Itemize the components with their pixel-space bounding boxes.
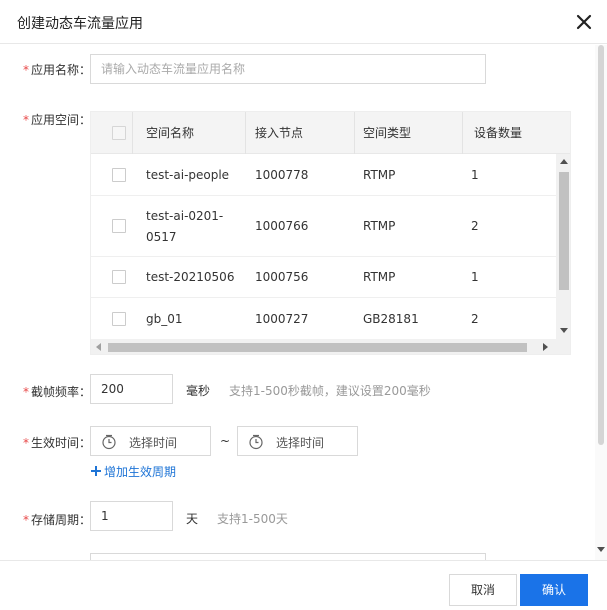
col-count: 设备数量	[474, 126, 523, 140]
table-row[interactable]: test-20210506 1000756 RTMP 1	[91, 257, 556, 298]
space-name-line2: 0517	[146, 230, 177, 244]
frame-rate-label: * 截帧频率：	[23, 385, 92, 399]
confirm-button[interactable]: 确认	[520, 574, 588, 606]
storage-period-label: * 存储周期：	[23, 513, 92, 527]
table-vertical-scrollbar[interactable]	[556, 154, 570, 339]
space-type: GB28181	[363, 312, 419, 326]
scroll-down-arrow-icon[interactable]	[597, 547, 605, 553]
storage-period-hint: 支持1-500天	[217, 512, 288, 526]
space-type: RTMP	[363, 270, 396, 284]
add-effective-period-link[interactable]: 增加生效周期	[90, 463, 176, 480]
table-row[interactable]: gb_01 1000727 GB28181 2	[91, 298, 556, 339]
close-icon[interactable]	[572, 10, 596, 34]
row-checkbox[interactable]	[112, 219, 126, 233]
frame-rate-hint: 支持1-500秒截帧，建议设置200毫秒	[229, 384, 431, 398]
clock-icon	[249, 434, 263, 450]
start-time-picker[interactable]: 选择时间	[90, 426, 211, 456]
scroll-down-arrow-icon[interactable]	[560, 328, 568, 334]
space-name: test-ai-0201-	[146, 209, 224, 223]
row-checkbox[interactable]	[112, 168, 126, 182]
next-field-input[interactable]	[90, 553, 486, 560]
storage-period-input[interactable]	[90, 501, 173, 531]
dialog-body: *应用名称： *应用空间： 空间名称 接入节点 空间类型 设备数量 test-a…	[0, 45, 607, 560]
scroll-left-arrow-icon[interactable]	[95, 343, 101, 351]
table-header: 空间名称 接入节点 空间类型 设备数量	[91, 112, 570, 154]
row-checkbox[interactable]	[112, 312, 126, 326]
scroll-right-arrow-icon[interactable]	[543, 343, 549, 351]
device-count: 1	[471, 270, 479, 284]
col-space-name: 空间名称	[146, 126, 195, 140]
vertical-scroll-thumb[interactable]	[559, 172, 569, 290]
create-app-dialog: 创建动态车流量应用 *应用名称： *应用空间： 空间名称 接入节点 空间类型 设…	[0, 0, 607, 610]
table-row[interactable]: test-ai-people 1000778 RTMP 1	[91, 154, 556, 196]
row-checkbox[interactable]	[112, 270, 126, 284]
space-name: gb_01	[146, 312, 183, 326]
horizontal-scroll-thumb[interactable]	[108, 343, 527, 352]
space-table: 空间名称 接入节点 空间类型 设备数量 test-ai-people 10007…	[90, 111, 571, 355]
time-range-separator: ~	[220, 434, 231, 448]
app-space-label: * 应用空间：	[23, 113, 92, 127]
dialog-title: 创建动态车流量应用	[17, 16, 143, 32]
col-node: 接入节点	[255, 126, 304, 140]
frame-rate-input[interactable]	[90, 374, 173, 404]
clock-icon	[102, 434, 116, 450]
app-name-input[interactable]	[90, 54, 486, 84]
table-row[interactable]: test-ai-0201- 0517 1000766 RTMP 2	[91, 196, 556, 257]
dialog-scrollbar[interactable]	[595, 45, 607, 560]
space-node: 1000756	[255, 270, 309, 284]
dialog-footer: 取消 确认	[0, 560, 607, 610]
end-time-value: 选择时间	[276, 436, 325, 450]
frame-rate-unit: 毫秒	[186, 384, 211, 398]
cancel-button[interactable]: 取消	[449, 574, 517, 606]
app-name-label: * 应用名称：	[23, 63, 92, 77]
select-all-checkbox[interactable]	[112, 126, 126, 140]
space-node: 1000766	[255, 219, 309, 233]
space-node: 1000727	[255, 312, 309, 326]
dialog-header: 创建动态车流量应用	[0, 0, 607, 44]
col-type: 空间类型	[363, 126, 412, 140]
device-count: 2	[471, 312, 479, 326]
device-count: 1	[471, 168, 479, 182]
dialog-scroll-thumb[interactable]	[598, 45, 604, 445]
table-horizontal-scrollbar[interactable]	[91, 339, 556, 354]
space-type: RTMP	[363, 168, 396, 182]
end-time-picker[interactable]: 选择时间	[237, 426, 358, 456]
space-name: test-20210506	[146, 270, 235, 284]
start-time-value: 选择时间	[129, 436, 178, 450]
space-name: test-ai-people	[146, 168, 230, 182]
scroll-up-arrow-icon[interactable]	[560, 158, 568, 164]
device-count: 2	[471, 219, 479, 233]
space-type: RTMP	[363, 219, 396, 233]
plus-icon	[91, 466, 101, 476]
space-node: 1000778	[255, 168, 309, 182]
effective-time-label: * 生效时间：	[23, 436, 92, 450]
storage-period-unit: 天	[186, 512, 199, 526]
